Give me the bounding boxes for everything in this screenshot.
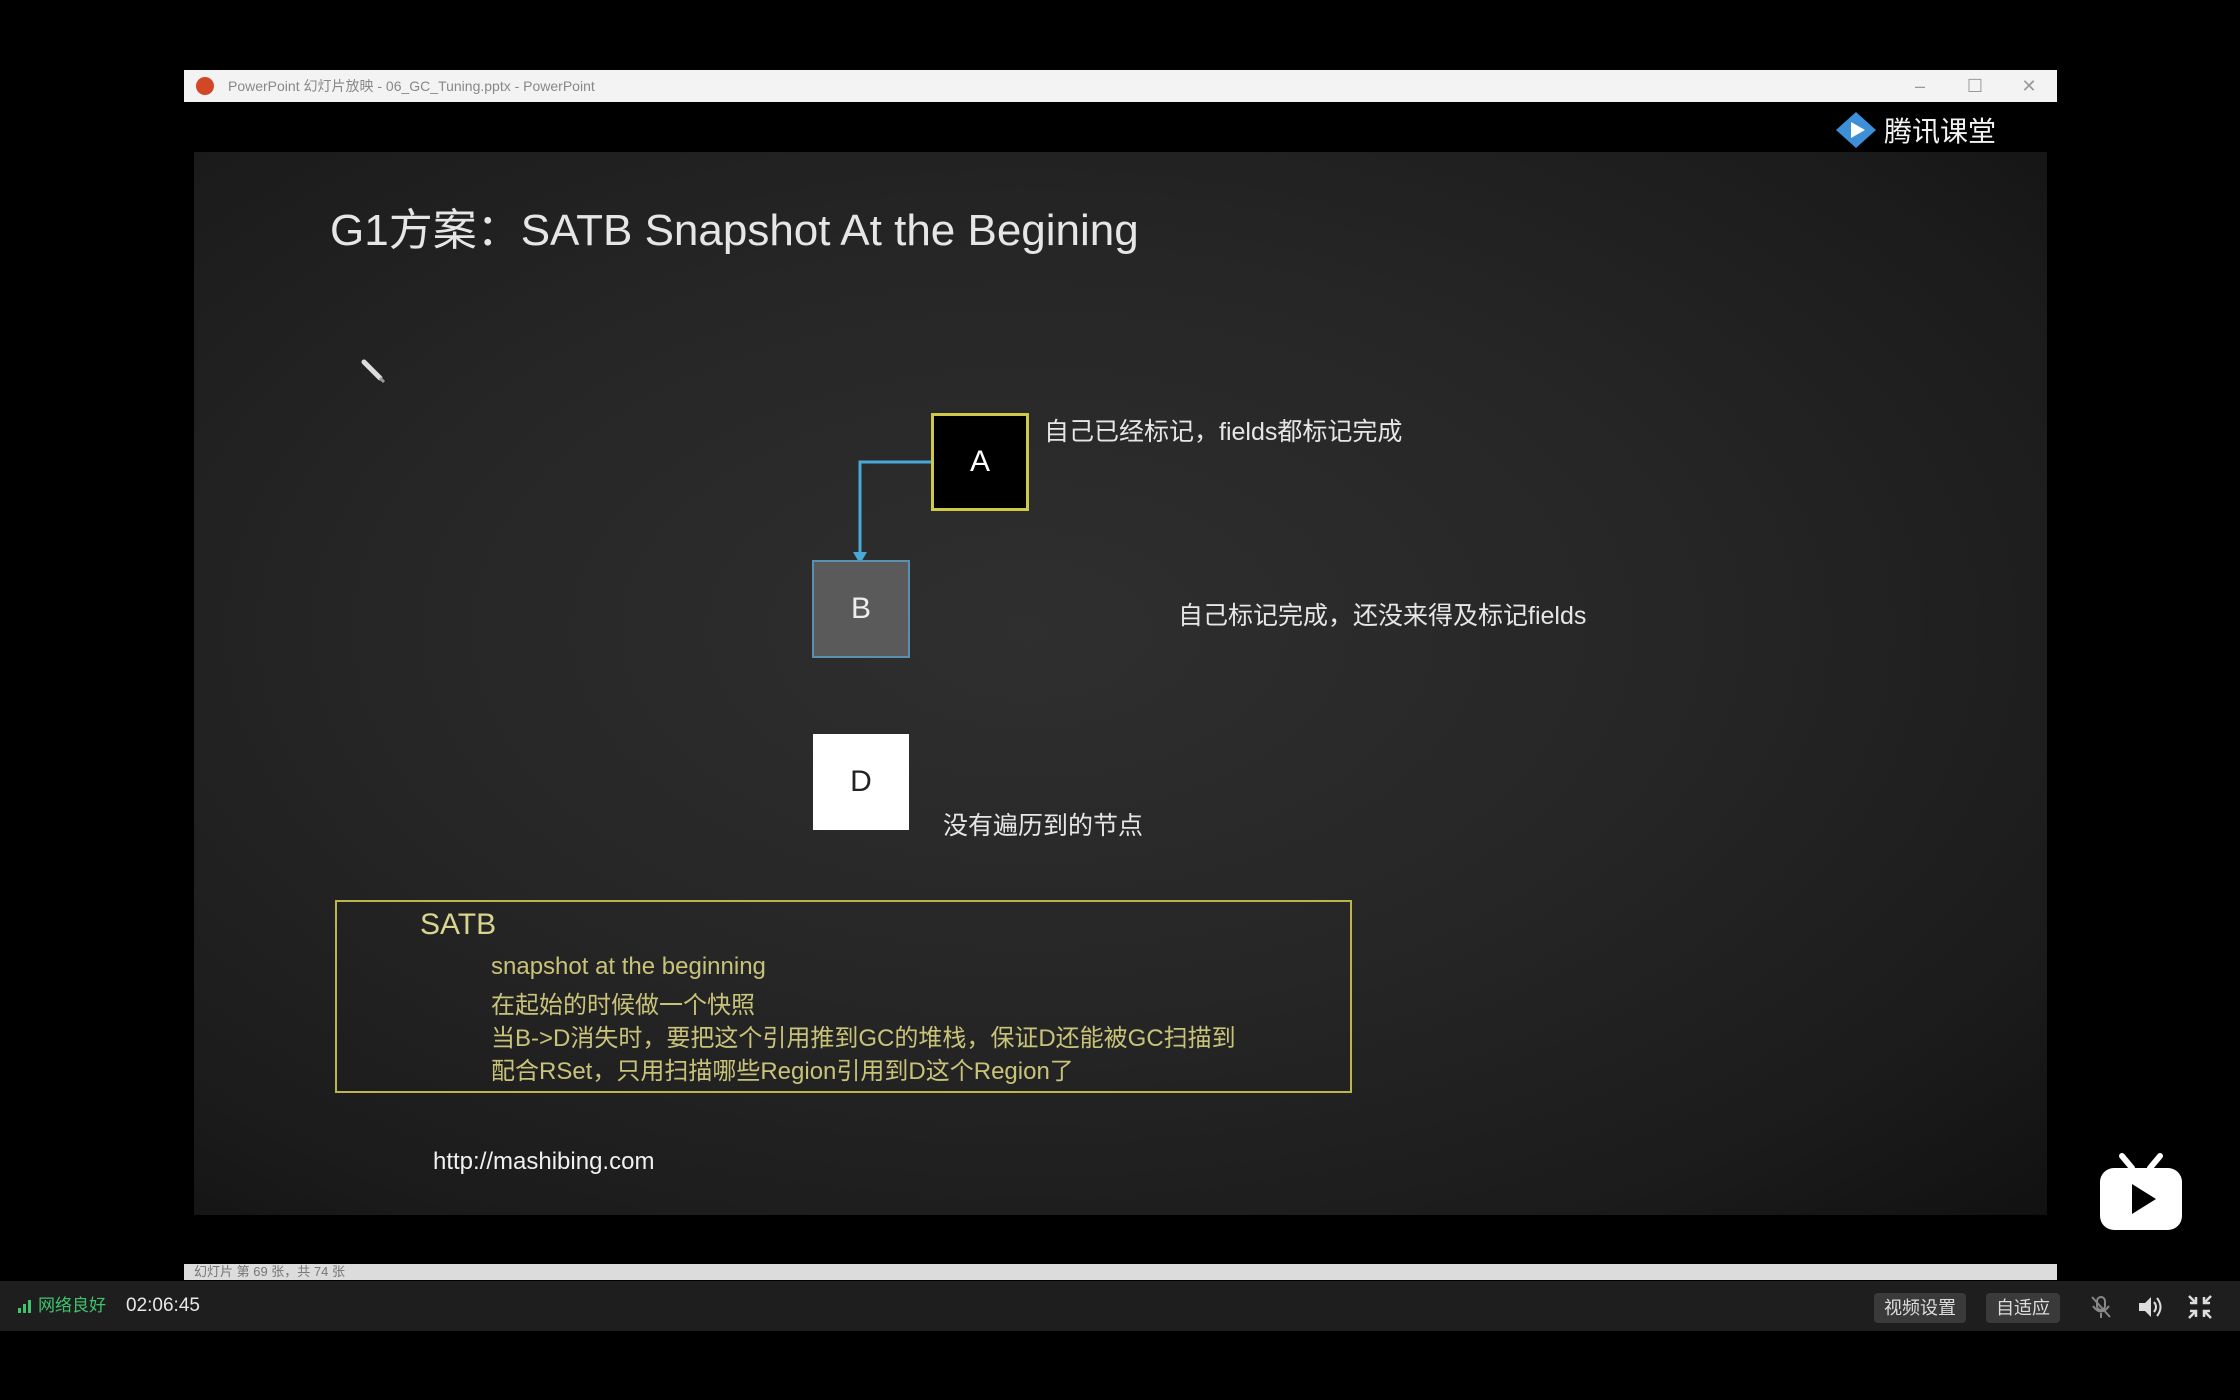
- adaptive-button[interactable]: 自适应: [1986, 1293, 2060, 1323]
- bilibili-play-icon[interactable]: [2098, 1152, 2184, 1232]
- mic-muted-icon[interactable]: [2087, 1293, 2115, 1321]
- maximize-button[interactable]: ☐: [1948, 70, 2002, 102]
- powerpoint-icon: [196, 77, 214, 95]
- node-d: D: [813, 734, 909, 830]
- node-d-annotation: 没有遍历到的节点: [943, 812, 1144, 840]
- signal-icon: [18, 1299, 34, 1313]
- satb-line: 在起始的时候做一个快照: [491, 992, 755, 1019]
- node-b: B: [812, 560, 910, 658]
- network-status: 网络良好: [38, 1296, 106, 1315]
- window-title: PowerPoint 幻灯片放映 - 06_GC_Tuning.pptx - P…: [228, 78, 595, 94]
- slide-url: http://mashibing.com: [433, 1148, 655, 1175]
- exit-fullscreen-icon[interactable]: [2186, 1293, 2214, 1321]
- node-a-annotation: 自己已经标记，fields都标记完成: [1044, 418, 1403, 446]
- minimize-button[interactable]: –: [1893, 70, 1947, 102]
- window-titlebar: PowerPoint 幻灯片放映 - 06_GC_Tuning.pptx - P…: [184, 70, 2057, 102]
- volume-icon[interactable]: [2136, 1293, 2164, 1321]
- satb-line: snapshot at the beginning: [491, 953, 766, 980]
- pen-cursor-icon: [360, 358, 386, 384]
- satb-line: 配合RSet，只用扫描哪些Region引用到D这个Region了: [491, 1058, 1074, 1085]
- satb-line: 当B->D消失时，要把这个引用推到GC的堆栈，保证D还能被GC扫描到: [491, 1025, 1236, 1052]
- tencent-classroom-watermark: 腾讯课堂: [1884, 116, 1997, 147]
- slide-counter: 幻灯片 第 69 张，共 74 张: [194, 1264, 345, 1279]
- playback-time: 02:06:45: [126, 1295, 200, 1316]
- satb-title: SATB: [420, 908, 497, 941]
- video-player-bar: 网络良好 02:06:45 视频设置 自适应: [0, 1281, 2240, 1331]
- ppt-status-bar: 幻灯片 第 69 张，共 74 张: [184, 1264, 2057, 1280]
- node-a: A: [931, 413, 1029, 511]
- edge-a-to-b: [853, 460, 934, 564]
- tencent-classroom-logo-icon: [1834, 110, 1878, 150]
- video-settings-button[interactable]: 视频设置: [1874, 1293, 1966, 1323]
- slide-title: G1方案：SATB Snapshot At the Begining: [330, 206, 1139, 255]
- node-b-annotation: 自己标记完成，还没来得及标记fields: [1178, 602, 1587, 630]
- close-button[interactable]: ✕: [2002, 70, 2056, 102]
